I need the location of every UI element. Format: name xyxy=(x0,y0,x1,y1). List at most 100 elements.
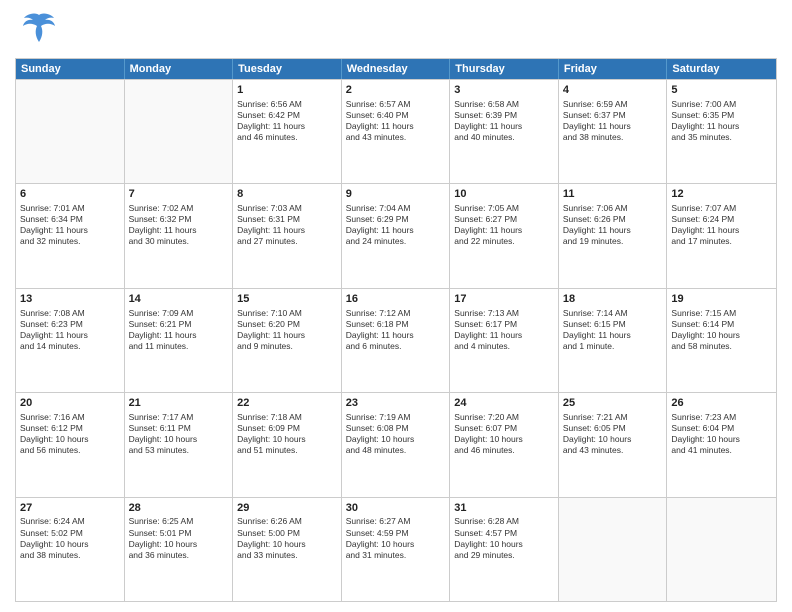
day-detail: Sunrise: 6:25 AM Sunset: 5:01 PM Dayligh… xyxy=(129,516,229,560)
day-detail: Sunrise: 7:00 AM Sunset: 6:35 PM Dayligh… xyxy=(671,99,772,143)
day-number: 2 xyxy=(346,83,446,98)
day-number: 28 xyxy=(129,501,229,516)
logo xyxy=(15,10,57,50)
calendar-row-3: 20Sunrise: 7:16 AM Sunset: 6:12 PM Dayli… xyxy=(16,392,776,496)
day-detail: Sunrise: 7:01 AM Sunset: 6:34 PM Dayligh… xyxy=(20,203,120,247)
day-number: 3 xyxy=(454,83,554,98)
day-number: 21 xyxy=(129,396,229,411)
day-detail: Sunrise: 6:28 AM Sunset: 4:57 PM Dayligh… xyxy=(454,516,554,560)
day-number: 4 xyxy=(563,83,663,98)
header xyxy=(15,10,777,50)
day-detail: Sunrise: 7:19 AM Sunset: 6:08 PM Dayligh… xyxy=(346,412,446,456)
day-number: 25 xyxy=(563,396,663,411)
logo-bird-icon xyxy=(21,10,57,50)
calendar-cell: 20Sunrise: 7:16 AM Sunset: 6:12 PM Dayli… xyxy=(16,393,125,496)
day-detail: Sunrise: 6:26 AM Sunset: 5:00 PM Dayligh… xyxy=(237,516,337,560)
day-number: 8 xyxy=(237,187,337,202)
calendar-cell: 26Sunrise: 7:23 AM Sunset: 6:04 PM Dayli… xyxy=(667,393,776,496)
day-detail: Sunrise: 7:21 AM Sunset: 6:05 PM Dayligh… xyxy=(563,412,663,456)
day-detail: Sunrise: 7:08 AM Sunset: 6:23 PM Dayligh… xyxy=(20,308,120,352)
calendar-cell: 22Sunrise: 7:18 AM Sunset: 6:09 PM Dayli… xyxy=(233,393,342,496)
calendar-cell: 31Sunrise: 6:28 AM Sunset: 4:57 PM Dayli… xyxy=(450,498,559,601)
day-number: 9 xyxy=(346,187,446,202)
calendar-cell: 10Sunrise: 7:05 AM Sunset: 6:27 PM Dayli… xyxy=(450,184,559,287)
calendar-cell: 13Sunrise: 7:08 AM Sunset: 6:23 PM Dayli… xyxy=(16,289,125,392)
calendar-row-2: 13Sunrise: 7:08 AM Sunset: 6:23 PM Dayli… xyxy=(16,288,776,392)
day-detail: Sunrise: 6:59 AM Sunset: 6:37 PM Dayligh… xyxy=(563,99,663,143)
day-number: 10 xyxy=(454,187,554,202)
calendar-cell: 19Sunrise: 7:15 AM Sunset: 6:14 PM Dayli… xyxy=(667,289,776,392)
day-number: 14 xyxy=(129,292,229,307)
day-detail: Sunrise: 6:58 AM Sunset: 6:39 PM Dayligh… xyxy=(454,99,554,143)
day-number: 7 xyxy=(129,187,229,202)
calendar: Sunday Monday Tuesday Wednesday Thursday… xyxy=(15,58,777,602)
calendar-row-0: 1Sunrise: 6:56 AM Sunset: 6:42 PM Daylig… xyxy=(16,79,776,183)
day-number: 27 xyxy=(20,501,120,516)
calendar-body: 1Sunrise: 6:56 AM Sunset: 6:42 PM Daylig… xyxy=(16,79,776,601)
calendar-cell xyxy=(16,80,125,183)
day-number: 23 xyxy=(346,396,446,411)
day-detail: Sunrise: 7:03 AM Sunset: 6:31 PM Dayligh… xyxy=(237,203,337,247)
day-number: 26 xyxy=(671,396,772,411)
calendar-row-1: 6Sunrise: 7:01 AM Sunset: 6:34 PM Daylig… xyxy=(16,183,776,287)
day-detail: Sunrise: 7:10 AM Sunset: 6:20 PM Dayligh… xyxy=(237,308,337,352)
calendar-cell: 23Sunrise: 7:19 AM Sunset: 6:08 PM Dayli… xyxy=(342,393,451,496)
day-detail: Sunrise: 6:24 AM Sunset: 5:02 PM Dayligh… xyxy=(20,516,120,560)
day-number: 17 xyxy=(454,292,554,307)
day-detail: Sunrise: 7:18 AM Sunset: 6:09 PM Dayligh… xyxy=(237,412,337,456)
calendar-cell xyxy=(125,80,234,183)
calendar-cell: 12Sunrise: 7:07 AM Sunset: 6:24 PM Dayli… xyxy=(667,184,776,287)
calendar-cell: 2Sunrise: 6:57 AM Sunset: 6:40 PM Daylig… xyxy=(342,80,451,183)
day-detail: Sunrise: 7:20 AM Sunset: 6:07 PM Dayligh… xyxy=(454,412,554,456)
day-detail: Sunrise: 7:04 AM Sunset: 6:29 PM Dayligh… xyxy=(346,203,446,247)
header-thursday: Thursday xyxy=(450,59,559,79)
header-sunday: Sunday xyxy=(16,59,125,79)
calendar-cell: 17Sunrise: 7:13 AM Sunset: 6:17 PM Dayli… xyxy=(450,289,559,392)
day-detail: Sunrise: 7:17 AM Sunset: 6:11 PM Dayligh… xyxy=(129,412,229,456)
day-number: 29 xyxy=(237,501,337,516)
day-detail: Sunrise: 6:56 AM Sunset: 6:42 PM Dayligh… xyxy=(237,99,337,143)
day-number: 15 xyxy=(237,292,337,307)
day-number: 1 xyxy=(237,83,337,98)
day-detail: Sunrise: 6:27 AM Sunset: 4:59 PM Dayligh… xyxy=(346,516,446,560)
day-number: 20 xyxy=(20,396,120,411)
calendar-cell: 30Sunrise: 6:27 AM Sunset: 4:59 PM Dayli… xyxy=(342,498,451,601)
calendar-cell: 6Sunrise: 7:01 AM Sunset: 6:34 PM Daylig… xyxy=(16,184,125,287)
calendar-cell: 11Sunrise: 7:06 AM Sunset: 6:26 PM Dayli… xyxy=(559,184,668,287)
day-detail: Sunrise: 7:12 AM Sunset: 6:18 PM Dayligh… xyxy=(346,308,446,352)
calendar-cell xyxy=(559,498,668,601)
calendar-cell: 1Sunrise: 6:56 AM Sunset: 6:42 PM Daylig… xyxy=(233,80,342,183)
day-detail: Sunrise: 7:15 AM Sunset: 6:14 PM Dayligh… xyxy=(671,308,772,352)
calendar-cell: 7Sunrise: 7:02 AM Sunset: 6:32 PM Daylig… xyxy=(125,184,234,287)
day-detail: Sunrise: 7:07 AM Sunset: 6:24 PM Dayligh… xyxy=(671,203,772,247)
day-number: 16 xyxy=(346,292,446,307)
day-number: 5 xyxy=(671,83,772,98)
calendar-cell: 4Sunrise: 6:59 AM Sunset: 6:37 PM Daylig… xyxy=(559,80,668,183)
day-number: 11 xyxy=(563,187,663,202)
page: Sunday Monday Tuesday Wednesday Thursday… xyxy=(0,0,792,612)
calendar-row-4: 27Sunrise: 6:24 AM Sunset: 5:02 PM Dayli… xyxy=(16,497,776,601)
day-number: 30 xyxy=(346,501,446,516)
day-detail: Sunrise: 7:14 AM Sunset: 6:15 PM Dayligh… xyxy=(563,308,663,352)
day-detail: Sunrise: 7:13 AM Sunset: 6:17 PM Dayligh… xyxy=(454,308,554,352)
header-monday: Monday xyxy=(125,59,234,79)
day-number: 19 xyxy=(671,292,772,307)
calendar-cell: 5Sunrise: 7:00 AM Sunset: 6:35 PM Daylig… xyxy=(667,80,776,183)
day-detail: Sunrise: 6:57 AM Sunset: 6:40 PM Dayligh… xyxy=(346,99,446,143)
calendar-cell: 14Sunrise: 7:09 AM Sunset: 6:21 PM Dayli… xyxy=(125,289,234,392)
day-number: 13 xyxy=(20,292,120,307)
calendar-cell: 29Sunrise: 6:26 AM Sunset: 5:00 PM Dayli… xyxy=(233,498,342,601)
day-number: 31 xyxy=(454,501,554,516)
calendar-cell: 8Sunrise: 7:03 AM Sunset: 6:31 PM Daylig… xyxy=(233,184,342,287)
day-detail: Sunrise: 7:16 AM Sunset: 6:12 PM Dayligh… xyxy=(20,412,120,456)
calendar-cell: 25Sunrise: 7:21 AM Sunset: 6:05 PM Dayli… xyxy=(559,393,668,496)
calendar-cell: 15Sunrise: 7:10 AM Sunset: 6:20 PM Dayli… xyxy=(233,289,342,392)
calendar-cell: 16Sunrise: 7:12 AM Sunset: 6:18 PM Dayli… xyxy=(342,289,451,392)
day-number: 6 xyxy=(20,187,120,202)
day-number: 24 xyxy=(454,396,554,411)
day-number: 22 xyxy=(237,396,337,411)
header-saturday: Saturday xyxy=(667,59,776,79)
day-number: 12 xyxy=(671,187,772,202)
calendar-cell: 21Sunrise: 7:17 AM Sunset: 6:11 PM Dayli… xyxy=(125,393,234,496)
calendar-cell: 18Sunrise: 7:14 AM Sunset: 6:15 PM Dayli… xyxy=(559,289,668,392)
